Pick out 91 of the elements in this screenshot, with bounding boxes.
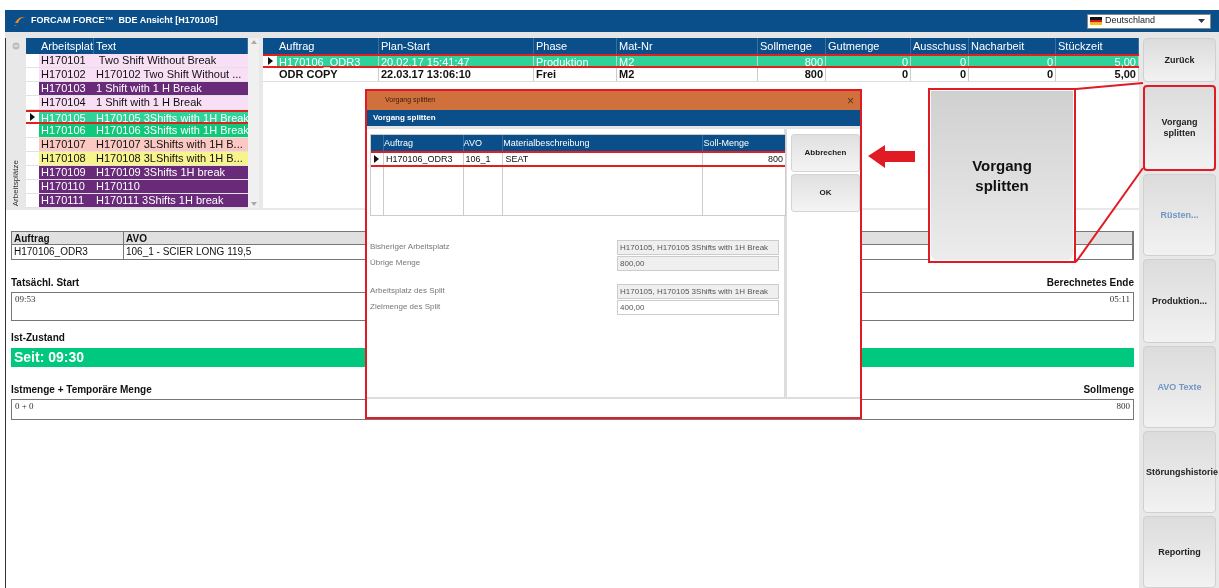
field-label: Tatsächl. Start (11, 276, 80, 290)
table-cell: H170102 (39, 68, 94, 81)
table-cell: H170106_ODR3 (382, 153, 463, 165)
side-button[interactable]: Produktion... (1143, 259, 1216, 343)
side-button[interactable]: Störungshistorie (1143, 431, 1216, 513)
scroll-up-icon (250, 40, 257, 44)
table-cell: H170111 3Shifts 1H break (94, 194, 248, 207)
dialog-row[interactable]: H170106_ODR3 106_1 SEAT 800 (371, 151, 785, 167)
column-header[interactable]: Auftrag (382, 135, 463, 151)
table-cell: 0 (911, 56, 969, 66)
field-label: Istmenge + Temporäre Menge (11, 383, 152, 397)
table-cell: H170108 3LShifts with 1H B... (94, 152, 248, 165)
table-cell: H170103 (39, 82, 94, 95)
table-cell: H170111 (39, 194, 94, 207)
table-cell: 0 (969, 68, 1056, 81)
table-cell: H170104 (39, 96, 94, 109)
scrollbar[interactable] (248, 38, 259, 208)
field-label: Zielmenge des Split (370, 301, 441, 313)
scroll-down-icon (250, 202, 257, 206)
input-field[interactable]: 400,00 (617, 299, 779, 315)
table-cell: Produktion (534, 56, 617, 66)
table-cell: H170106_ODR3 (277, 56, 379, 66)
table-cell: 0 (969, 56, 1056, 66)
table-cell: SEAT (502, 153, 703, 165)
side-button[interactable]: Zurück (1143, 38, 1216, 82)
table-cell: Two Shift Without Break (94, 54, 248, 67)
side-button[interactable]: Vorgang splitten (1143, 85, 1216, 171)
table-cell: Frei (534, 68, 617, 81)
column-header[interactable]: Materialbeschreibung (502, 135, 703, 151)
caret-icon (1198, 19, 1205, 23)
field-label: Ist-Zustand (11, 331, 65, 345)
workplace-row[interactable]: H170109 H170109 3Shifts 1H break (26, 166, 248, 180)
table-cell: 0 (911, 68, 969, 81)
table-cell: H170110 (39, 180, 94, 193)
table-cell: H170107 3LShifts with 1H B... (94, 138, 248, 151)
order-row[interactable]: ODR COPY 22.03.17 13:06:10 Frei M2 800 0 0 0 5,00 (263, 68, 1139, 82)
field-label: Übrige Menge (370, 257, 421, 269)
table-cell: M2 (617, 68, 758, 81)
collapse-icon (12, 42, 20, 50)
input-field[interactable]: H170105, H170105 3Shifts with 1H Break (617, 283, 779, 299)
table-cell: ODR COPY (277, 68, 379, 81)
language-dropdown[interactable]: Deutschland (1087, 13, 1211, 29)
input-field[interactable]: 800,00 (617, 255, 779, 271)
table-cell: 0 (826, 68, 911, 81)
input-field[interactable]: H170105, H170105 3Shifts with 1H Break (617, 239, 779, 255)
table-cell: 800 (758, 68, 826, 81)
table-cell: 106_1 (462, 153, 503, 165)
row-pointer-icon (30, 113, 35, 121)
table-cell: 800 (702, 153, 785, 165)
column-header: Auftrag (12, 232, 124, 244)
row-pointer-icon (374, 155, 380, 163)
dialog-button[interactable]: Abbrechen (791, 134, 860, 172)
dialog-header: Vorgang splitten (367, 110, 860, 126)
side-button[interactable]: Reporting (1143, 516, 1216, 588)
column-header[interactable]: Soll-Menge (702, 135, 785, 151)
column-header[interactable]: AVO (462, 135, 503, 151)
table-cell: H170102 Two Shift Without ... (94, 68, 248, 81)
workplace-row[interactable]: H170108 H170108 3LShifts with 1H B... (26, 152, 248, 166)
table-cell: H170107 (39, 138, 94, 151)
workplace-row[interactable]: H170101 Two Shift Without Break (26, 54, 248, 68)
field-label: Berechnetes Ende (1046, 276, 1134, 290)
table-cell: H170106 (39, 124, 94, 137)
language-value: Deutschland (1105, 14, 1157, 28)
workplace-row[interactable]: H170103 1 Shift with 1 H Break (26, 82, 248, 96)
table-cell: H170110 (94, 180, 248, 193)
table-cell: M2 (617, 56, 758, 66)
workplace-row[interactable]: H170102 H170102 Two Shift Without ... (26, 68, 248, 82)
table-cell: 22.03.17 13:06:10 (379, 68, 534, 81)
table-cell: H170109 (39, 166, 94, 179)
row-pointer-icon (267, 57, 273, 65)
table-cell: H170101 (39, 54, 94, 67)
table-cell: 1 Shift with 1 H Break (94, 82, 248, 95)
workplace-row[interactable]: H170104 1 Shift with 1 H Break (26, 96, 248, 110)
table-cell: 1 Shift with 1 H Break (94, 96, 248, 109)
workplace-row[interactable]: H170110 H170110 (26, 180, 248, 194)
workplace-row[interactable]: H170111 H170111 3Shifts 1H break (26, 194, 248, 208)
table-cell: H170106_ODR3 (12, 245, 124, 259)
left-arrow (868, 145, 915, 168)
table-cell: 20.02.17 15:41:47 (379, 56, 534, 66)
table-cell: 800 (758, 56, 826, 66)
table-cell: 0 (826, 56, 911, 66)
logo-icon (13, 15, 27, 27)
table-cell: H170105 (39, 112, 94, 122)
flag-icon (1090, 17, 1102, 25)
side-label: Arbeitsplätze (10, 159, 21, 206)
field-label: Sollmenge (1083, 383, 1134, 397)
dialog-button[interactable]: OK (791, 174, 860, 212)
table-cell: H170109 3Shifts 1H break (94, 166, 248, 179)
table-cell: H170108 (39, 152, 94, 165)
workplace-row[interactable]: H170107 H170107 3LShifts with 1H B... (26, 138, 248, 152)
window-title: FORCAM FORCE™ BDE Ansicht [H170105] (31, 14, 218, 28)
